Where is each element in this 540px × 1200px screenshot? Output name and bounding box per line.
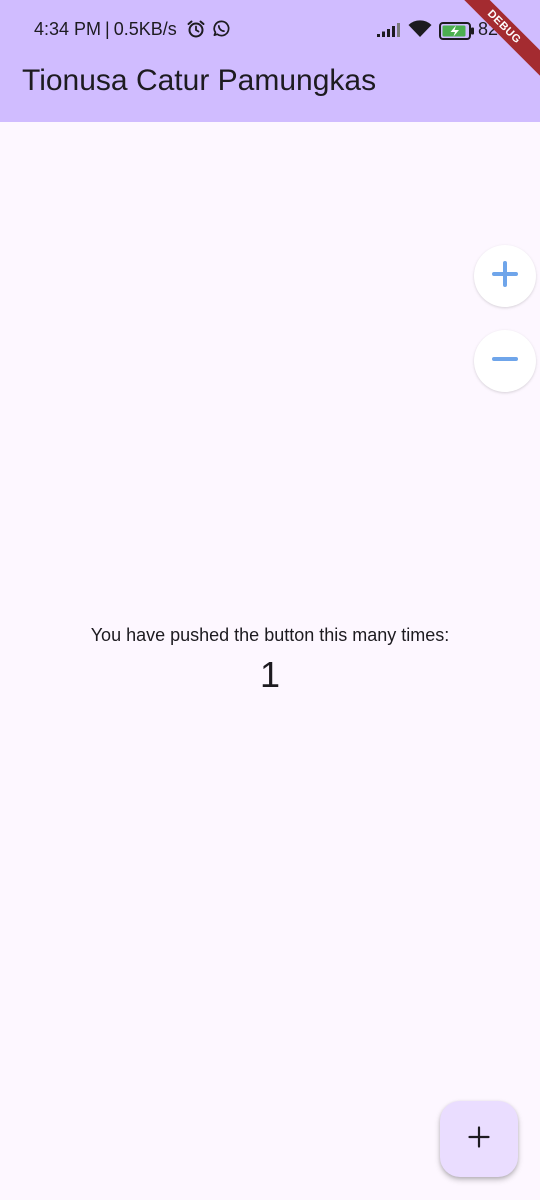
counter-value: 1 [259, 654, 281, 695]
zoom-out-button[interactable] [474, 330, 536, 392]
whatsapp-icon [212, 19, 231, 43]
signal-icon [377, 23, 401, 42]
alarm-icon [186, 19, 206, 44]
status-time-group: 4:34 PM | 0.5KB/s [34, 19, 177, 40]
app-bar: 4:34 PM | 0.5KB/s 82 Tionusa Catur Pamun… [0, 0, 540, 122]
status-separator: | [105, 19, 110, 39]
minus-icon [490, 344, 520, 379]
status-bar: 4:34 PM | 0.5KB/s 82 [0, 0, 540, 60]
increment-fab-button[interactable] [440, 1101, 518, 1177]
plus-icon [490, 259, 520, 294]
page-title: Tionusa Catur Pamungkas [22, 64, 377, 97]
zoom-in-button[interactable] [474, 245, 536, 307]
status-time: 4:34 PM [34, 19, 102, 39]
plus-icon [467, 1125, 491, 1154]
wifi-icon [408, 20, 432, 43]
battery-percent: 82 [478, 19, 499, 39]
counter-label: You have pushed the button this many tim… [90, 625, 450, 645]
network-speed: 0.5KB/s [113, 19, 177, 39]
battery-charging-icon [439, 22, 475, 45]
